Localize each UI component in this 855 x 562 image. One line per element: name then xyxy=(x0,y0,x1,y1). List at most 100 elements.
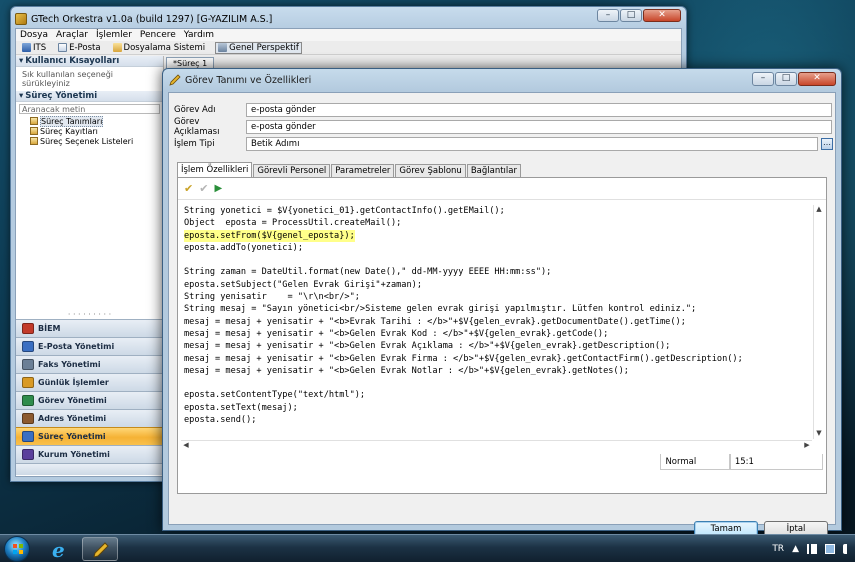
nav-button-label: Günlük İşlemler xyxy=(38,378,109,387)
check-icon[interactable]: ✔ xyxy=(184,183,193,195)
eposta-label: E-Posta xyxy=(69,42,101,53)
left-panel: ▾ Kullanıcı Kısayolları Sık kullanılan s… xyxy=(16,56,164,476)
nav-button[interactable]: E-Posta Yönetimi xyxy=(16,337,163,355)
tree-item-label: Süreç Tanımları xyxy=(40,115,104,127)
nav-button[interactable]: Adres Yönetimi xyxy=(16,409,163,427)
dialog-tab[interactable]: Görev Şablonu xyxy=(395,164,466,177)
islem-tipi-input[interactable]: Betik Adımı xyxy=(246,137,818,151)
folder-icon xyxy=(112,43,122,52)
code-line: Object eposta = ProcessUtil.createMail()… xyxy=(184,218,402,229)
its-toolbar-button[interactable]: ITS xyxy=(20,42,48,54)
menu-item-1[interactable]: Araçlar xyxy=(56,29,88,41)
menu-item-4[interactable]: Yardım xyxy=(184,29,214,41)
tree-item-label: Süreç Kayıtları xyxy=(40,126,98,136)
shortcuts-header[interactable]: ▾ Kullanıcı Kısayolları xyxy=(16,56,163,67)
dialog-tabs: İşlem Özellikleri Görevli Personel Paramet… xyxy=(177,162,522,177)
code-line-row: mesaj = mesaj + yenisatir + "<b>Gelen Ev… xyxy=(184,365,812,377)
process-header-label: Süreç Yönetimi xyxy=(25,91,98,101)
code-line: String yonetici = $V{yonetici_01}.getCon… xyxy=(184,206,505,216)
pencil-icon xyxy=(93,542,109,558)
scroll-right-icon[interactable]: ▶ xyxy=(802,441,812,451)
code-line-row xyxy=(184,254,812,266)
menu-item-3[interactable]: Pencere xyxy=(140,29,176,41)
internet-explorer-icon: e xyxy=(52,538,65,562)
dialog-minimize-button[interactable]: – xyxy=(752,72,774,86)
dialog-title: Görev Tanımı ve Özellikleri xyxy=(185,74,312,86)
scroll-down-icon[interactable]: ▼ xyxy=(814,429,824,439)
process-header[interactable]: ▾ Süreç Yönetimi xyxy=(16,91,163,102)
code-line-row: mesaj = mesaj + yenisatir + "<b>Evrak Ta… xyxy=(184,316,812,328)
editor-horizontal-scrollbar[interactable]: ◀ ▶ xyxy=(181,440,812,450)
nav-button-label: Kurum Yönetimi xyxy=(38,450,110,459)
editor-toolbar-divider xyxy=(178,199,826,200)
code-line-row: eposta.send(); xyxy=(184,414,812,426)
maximize-button[interactable]: □ xyxy=(620,9,642,22)
menu-bar: Dosya Araçlar İşlemler Pencere Yardım xyxy=(16,29,681,41)
gorev-adi-input[interactable]: e-posta gönder xyxy=(246,103,832,117)
internet-explorer-taskbar-button[interactable]: e xyxy=(44,537,80,562)
windows-logo-icon xyxy=(13,544,23,554)
uncheck-icon[interactable]: ✔ xyxy=(199,183,208,195)
nav-button-label: Faks Yönetimi xyxy=(38,360,101,369)
close-button[interactable]: ✕ xyxy=(643,9,681,22)
minimize-button[interactable]: – xyxy=(597,9,619,22)
main-window-title: GTech Orkestra v1.0a (build 1297) [G-YAZ… xyxy=(31,13,273,25)
dialog-maximize-button[interactable]: □ xyxy=(775,72,797,86)
taskbar: e TR ▲ xyxy=(0,534,855,562)
orkestra-taskbar-button[interactable] xyxy=(82,537,118,561)
code-line-row: eposta.setText(mesaj); xyxy=(184,402,812,414)
code-line: String zaman = DateUtil.format(new Date(… xyxy=(184,267,552,278)
perspective-label: Genel Perspektif xyxy=(229,42,299,53)
dialog-titlebar[interactable]: Görev Tanımı ve Özellikleri xyxy=(169,74,311,86)
nav-button[interactable]: Günlük İşlemler xyxy=(16,373,163,391)
nav-button-label: Adres Yönetimi xyxy=(38,414,107,423)
tree-item[interactable]: Süreç Tanımları xyxy=(30,115,163,127)
network-icon[interactable] xyxy=(825,544,835,554)
script-editor[interactable]: String yonetici = $V{yonetici_01}.getCon… xyxy=(181,205,812,439)
code-line-row: String zaman = DateUtil.format(new Date(… xyxy=(184,266,812,278)
dialog-tab[interactable]: Bağlantılar xyxy=(466,164,521,177)
editor-status-bar: Normal 15:1 xyxy=(181,454,823,472)
main-titlebar[interactable]: GTech Orkestra v1.0a (build 1297) [G-YAZ… xyxy=(15,11,616,27)
gorev-aciklamasi-input[interactable]: e-posta gönder xyxy=(246,120,832,134)
language-indicator[interactable]: TR xyxy=(772,544,784,554)
dialog-tab[interactable]: Görevli Personel xyxy=(253,164,331,177)
tray-expand-icon[interactable]: ▲ xyxy=(792,544,799,554)
dialog-tab[interactable]: İşlem Özellikleri xyxy=(177,162,253,177)
collapse-arrow-icon: ▾ xyxy=(19,91,24,101)
code-line-row: String mesaj = "Sayın yönetici<br/>Siste… xyxy=(184,303,812,315)
nav-button[interactable]: Görev Yönetimi xyxy=(16,391,163,409)
gorev-aciklamasi-row: Görev Açıklaması e-posta gönder xyxy=(174,117,832,137)
menu-item-2[interactable]: İşlemler xyxy=(96,29,132,41)
islem-tipi-browse-button[interactable]: … xyxy=(821,138,833,150)
nav-button[interactable]: Kurum Yönetimi xyxy=(16,445,163,463)
tree-item[interactable]: Süreç Kayıtları xyxy=(30,126,163,136)
code-line: eposta.setText(mesaj); xyxy=(184,402,298,413)
nav-button[interactable]: Süreç Yönetimi xyxy=(16,427,163,445)
dialog-close-button[interactable]: ✕ xyxy=(798,72,836,86)
nav-button[interactable]: BİEM xyxy=(16,319,163,337)
action-center-flag-icon[interactable] xyxy=(807,544,817,554)
run-icon[interactable]: ▶ xyxy=(214,183,222,195)
scroll-up-icon[interactable]: ▲ xyxy=(814,205,824,215)
scroll-left-icon[interactable]: ◀ xyxy=(181,441,191,451)
code-line-row xyxy=(184,377,812,389)
dialog-tab[interactable]: Parametreler xyxy=(331,164,395,177)
start-button[interactable] xyxy=(4,536,30,562)
volume-icon[interactable] xyxy=(843,544,853,554)
tree-item[interactable]: Süreç Seçenek Listeleri xyxy=(30,136,163,146)
code-line-row: eposta.setSubject("Gelen Evrak Girişi"+z… xyxy=(184,279,812,291)
editor-vertical-scrollbar[interactable]: ▲ ▼ xyxy=(813,205,823,439)
menu-item-0[interactable]: Dosya xyxy=(20,29,48,41)
code-line-row: eposta.addTo(yonetici); xyxy=(184,242,812,254)
search-input[interactable]: Aranacak metin xyxy=(19,104,160,114)
nav-button[interactable]: Faks Yönetimi xyxy=(16,355,163,373)
dosyalama-toolbar-button[interactable]: Dosyalama Sistemi xyxy=(111,42,208,54)
nav-button-label: E-Posta Yönetimi xyxy=(38,342,115,351)
perspective-toolbar-button[interactable]: Genel Perspektif xyxy=(215,41,302,54)
eposta-toolbar-button[interactable]: E-Posta xyxy=(56,42,102,54)
code-line-row: eposta.setContentType("text/html"); xyxy=(184,389,812,401)
tree-node-icon xyxy=(30,137,38,145)
gorev-adi-row: Görev Adı e-posta gönder xyxy=(174,103,832,117)
code-line-row: mesaj = mesaj + yenisatir + "<b>Gelen Ev… xyxy=(184,328,812,340)
